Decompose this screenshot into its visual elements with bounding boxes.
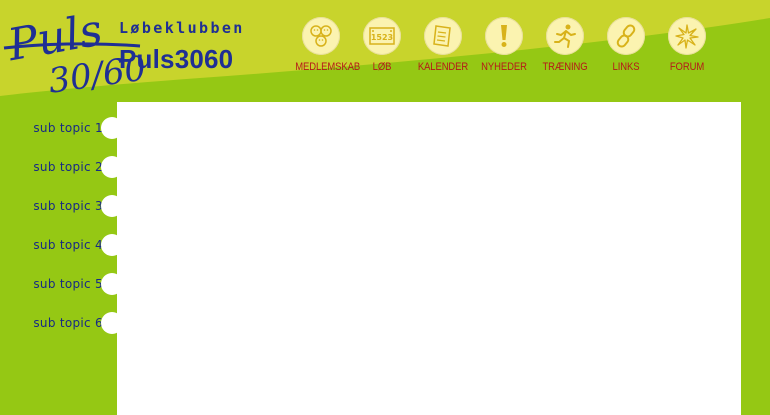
- sidebar-tab-bullet: [101, 312, 123, 334]
- nav-item-kalender[interactable]: KALENDER: [413, 17, 473, 73]
- nav-item-lob[interactable]: 1523 LØB: [352, 17, 412, 73]
- main-content-area: [117, 102, 741, 415]
- sidebar-tab-bullet: [101, 195, 123, 217]
- svg-text:1523: 1523: [371, 33, 393, 42]
- nav-circle: [546, 17, 584, 55]
- sidebar-tab-bullet: [101, 117, 123, 139]
- race-number-icon: 1523: [369, 27, 395, 45]
- sidebar-item-label: sub topic 1: [33, 121, 103, 135]
- nav-item-nyheder[interactable]: NYHEDER: [474, 17, 534, 73]
- nav-label: FORUM: [669, 61, 705, 73]
- sidebar-item-sub-topic-6[interactable]: sub topic 6: [0, 311, 123, 335]
- nav-circle: [424, 17, 462, 55]
- nav-circle: 1523: [363, 17, 401, 55]
- nav-circle: [485, 17, 523, 55]
- main-navigation: MEDLEMSKAB 1523 LØB KALENDER NYHEDER TRÆ…: [0, 17, 770, 77]
- smileys-icon: [310, 25, 332, 47]
- exclamation-icon: [501, 25, 507, 47]
- sidebar-item-label: sub topic 3: [33, 199, 103, 213]
- sidebar-tab-bullet: [101, 273, 123, 295]
- calendar-icon: [433, 25, 451, 47]
- sidebar-item-sub-topic-5[interactable]: sub topic 5: [0, 272, 123, 296]
- runner-icon: [554, 24, 576, 48]
- nav-label: TRÆNING: [542, 61, 588, 73]
- sidebar-item-sub-topic-3[interactable]: sub topic 3: [0, 194, 123, 218]
- sidebar-item-sub-topic-4[interactable]: sub topic 4: [0, 233, 123, 257]
- sidebar-tab-bullet: [101, 156, 123, 178]
- nav-circle: [607, 17, 645, 55]
- nav-label: LINKS: [612, 61, 640, 73]
- nav-label: LØB: [372, 61, 392, 73]
- nav-circle: [302, 17, 340, 55]
- sidebar-item-sub-topic-1[interactable]: sub topic 1: [0, 116, 123, 140]
- sidebar-item-sub-topic-2[interactable]: sub topic 2: [0, 155, 123, 179]
- sidebar-item-label: sub topic 5: [33, 277, 103, 291]
- nav-label: KALENDER: [417, 61, 469, 73]
- sidebar-tab-bullet: [101, 234, 123, 256]
- sidebar-item-label: sub topic 2: [33, 160, 103, 174]
- nav-circle: [668, 17, 706, 55]
- nav-item-medlemskab[interactable]: MEDLEMSKAB: [291, 17, 361, 73]
- sidebar-item-label: sub topic 4: [33, 238, 103, 252]
- burst-icon: [675, 24, 699, 49]
- nav-item-links[interactable]: LINKS: [596, 17, 656, 73]
- nav-item-forum[interactable]: FORUM: [657, 17, 717, 73]
- nav-label: MEDLEMSKAB: [295, 61, 361, 73]
- chain-link-icon: [616, 24, 636, 48]
- nav-item-traening[interactable]: TRÆNING: [535, 17, 595, 73]
- nav-label: NYHEDER: [481, 61, 527, 73]
- sidebar-item-label: sub topic 6: [33, 316, 103, 330]
